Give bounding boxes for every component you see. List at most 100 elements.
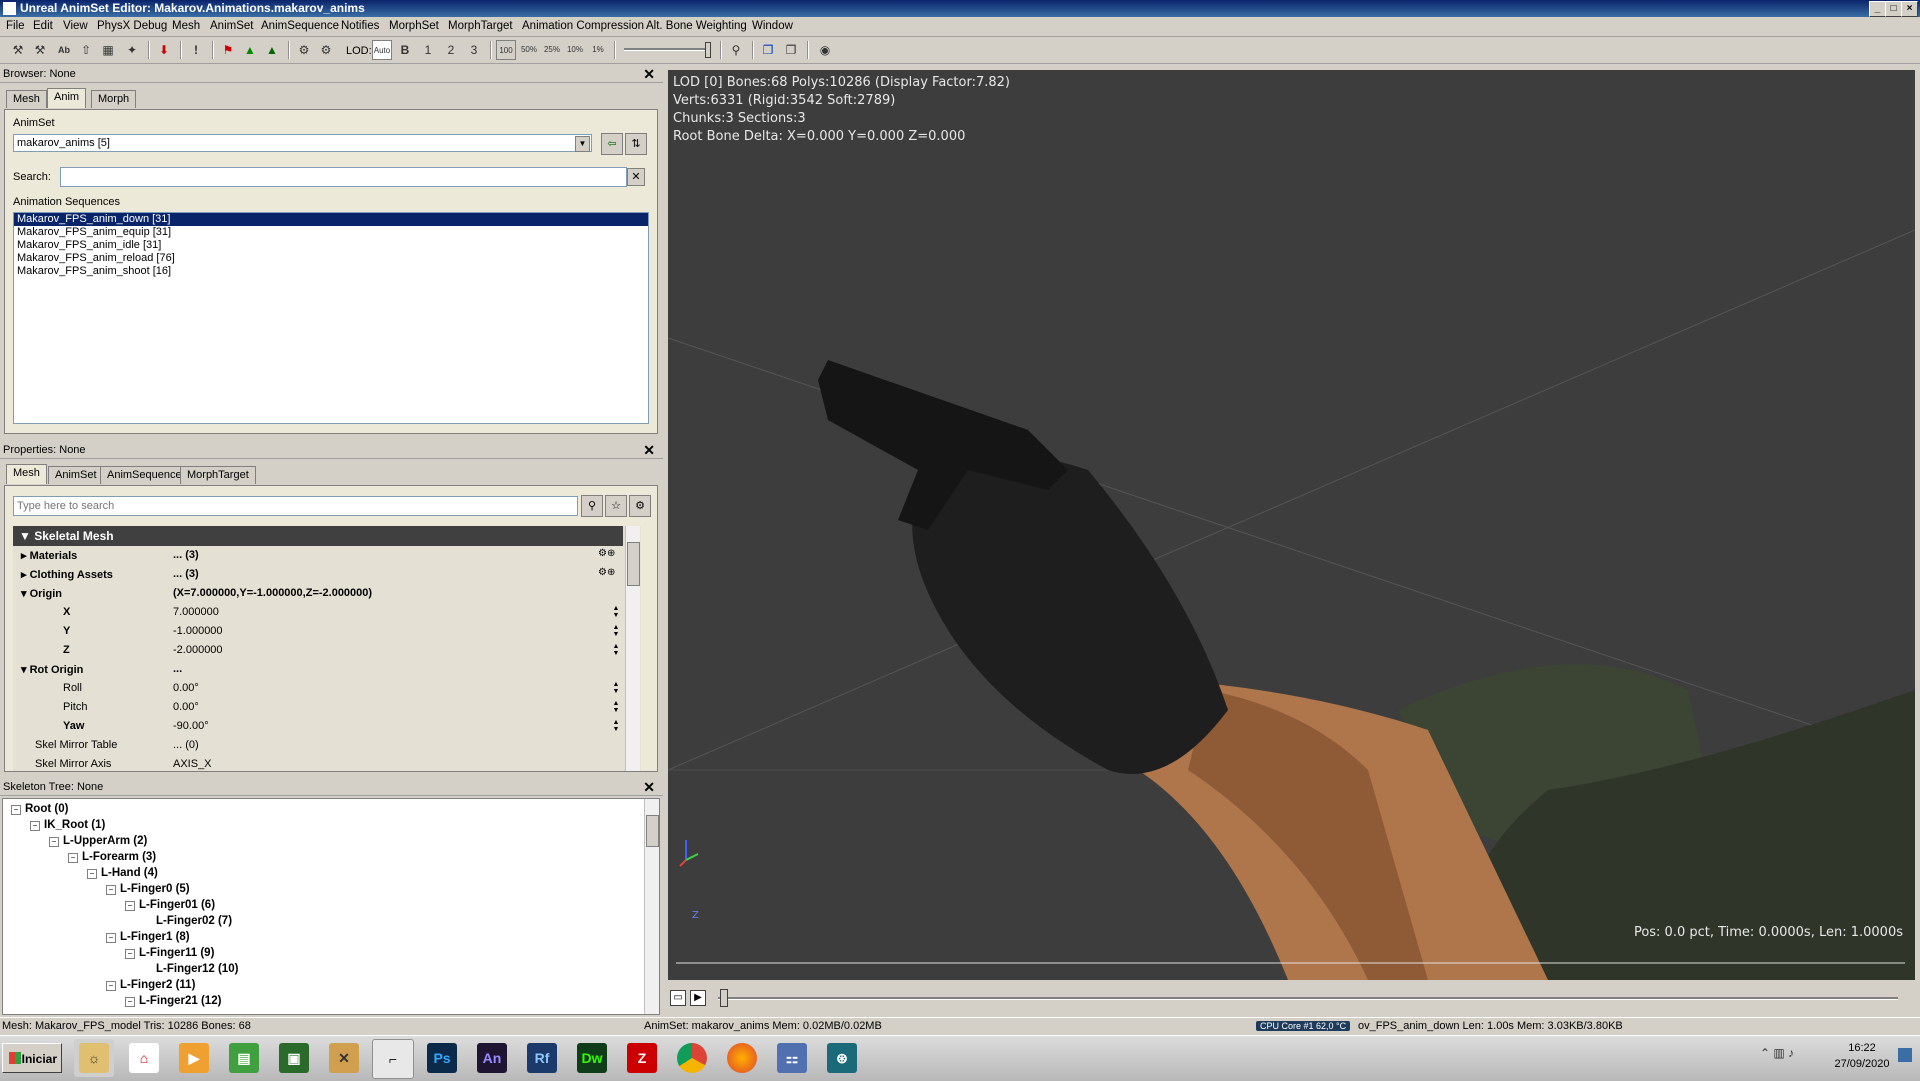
list-item[interactable]: Makarov_FPS_anim_shoot [16] [14, 265, 648, 278]
bone-names-icon[interactable]: ⚒ [30, 40, 50, 60]
property-x[interactable]: X 7.000000 ▲ ▼ [13, 603, 633, 622]
tree-expander-icon[interactable]: − [30, 821, 40, 831]
copy-icon[interactable]: ❐ [758, 40, 778, 60]
3d-viewport[interactable]: LOD [0] Bones:68 Polys:10286 (Display Fa… [668, 70, 1915, 980]
tree-node[interactable]: − L-Finger1 (8) [106, 931, 190, 947]
tree-node[interactable]: − L-Finger2 (11) [106, 979, 195, 995]
property-rot-origin[interactable]: ▾ Rot Origin ... [13, 660, 633, 679]
tray-icons[interactable]: ⌃ ▥ ♪ [1760, 1046, 1794, 1060]
tab-mesh[interactable]: Mesh [6, 90, 47, 108]
triangle-alt-icon[interactable]: ▲ [262, 40, 282, 60]
menu-animset[interactable]: AnimSet [210, 20, 253, 32]
animset-dropdown[interactable]: makarov_anims [5] ▼ [13, 134, 592, 152]
close-icon[interactable]: ✕ [643, 442, 655, 458]
property-search-input[interactable] [13, 496, 578, 516]
tree-node[interactable]: − Root (0) [11, 803, 68, 819]
task-chrome[interactable] [672, 1039, 712, 1077]
task-dreamweaver[interactable]: Dw [572, 1039, 612, 1077]
tree-expander-icon[interactable]: − [125, 949, 135, 959]
close-icon[interactable]: ✕ [643, 66, 655, 82]
speed-50-button[interactable]: 50% [519, 40, 539, 60]
speed-slider[interactable] [624, 48, 710, 51]
star-icon[interactable]: ☆ [605, 495, 627, 517]
property-materials[interactable]: ▸ Materials ... (3) ⚙⊕ [13, 546, 633, 565]
timeline-slider[interactable] [718, 997, 1898, 1000]
speed-25-button[interactable]: 25% [542, 40, 562, 60]
cloth-icon[interactable]: ⚙ [316, 40, 336, 60]
menu-window[interactable]: Window [752, 20, 793, 32]
timeline-slider-thumb[interactable] [720, 989, 728, 1007]
list-item[interactable]: Makarov_FPS_anim_down [31] [14, 213, 648, 226]
loop-icon[interactable]: ▭ [670, 990, 686, 1006]
property-roll[interactable]: Roll 0.00° ▲ ▼ [13, 679, 633, 698]
tab-morph[interactable]: Morph [91, 90, 137, 108]
task-cyan-app[interactable]: ⊛ [822, 1039, 862, 1077]
paste-icon[interactable]: ❐ [781, 40, 801, 60]
triangle-icon[interactable]: ▲ [240, 40, 260, 60]
tree-node[interactable]: − L-Finger01 (6) [125, 899, 215, 915]
tree-expander-icon[interactable]: − [49, 837, 59, 847]
tree-node[interactable]: − L-Forearm (3) [68, 851, 156, 867]
property-origin[interactable]: ▾ Origin (X=7.000000,Y=-1.000000,Z=-2.00… [13, 584, 633, 603]
tree-node[interactable]: − L-Finger0 (5) [106, 883, 190, 899]
search-icon[interactable]: ⚲ [581, 495, 603, 517]
show-desktop-icon[interactable] [1898, 1048, 1912, 1062]
tab-animset[interactable]: AnimSet [48, 466, 104, 484]
minimize-button[interactable]: _ [1869, 1, 1886, 17]
tree-expander-icon[interactable]: − [68, 853, 78, 863]
array-edit-icon[interactable]: ⚙⊕ [598, 548, 615, 559]
tree-expander-icon[interactable]: − [11, 805, 21, 815]
task-chart-app[interactable]: ▤ [224, 1039, 264, 1077]
spinner-icon[interactable]: ▲ ▼ [611, 643, 621, 658]
task-network-app[interactable]: ⚏ [772, 1039, 812, 1077]
menu-physx-debug[interactable]: PhysX Debug [97, 20, 167, 32]
warning-icon[interactable]: ! [186, 40, 206, 60]
list-item[interactable]: Makarov_FPS_anim_idle [31] [14, 239, 648, 252]
list-item[interactable]: Makarov_FPS_anim_equip [31] [14, 226, 648, 239]
task-pdf-app[interactable]: ⌂ [124, 1039, 164, 1077]
task-green-app[interactable]: ▣ [274, 1039, 314, 1077]
y-value[interactable]: -1.000000 [173, 625, 223, 637]
close-icon[interactable]: ✕ [643, 779, 655, 795]
array-edit-icon[interactable]: ⚙⊕ [598, 567, 615, 578]
tree-expander-icon[interactable] [144, 964, 152, 972]
speed-10-button[interactable]: 10% [565, 40, 585, 60]
tree-expander-icon[interactable]: − [106, 885, 116, 895]
mirror-axis-value[interactable]: AXIS_X [173, 758, 212, 770]
search-input[interactable] [60, 167, 627, 187]
tree-expander-icon[interactable]: − [125, 997, 135, 1007]
property-skel-mirror-table[interactable]: Skel Mirror Table ... (0) [13, 736, 633, 755]
task-unreal-app[interactable]: ⌐ [372, 1039, 414, 1079]
speed-100-button[interactable]: 100 [496, 40, 516, 60]
lod-auto-button[interactable]: Auto [372, 40, 392, 60]
tree-node[interactable]: − IK_Root (1) [30, 819, 105, 835]
tab-morphtarget[interactable]: MorphTarget [180, 466, 256, 484]
close-window-button[interactable]: × [1901, 1, 1918, 17]
tree-node[interactable]: − L-Finger11 (9) [125, 947, 214, 963]
ref-pose-icon[interactable]: ▦ [98, 40, 118, 60]
task-tools-app[interactable]: ✕ [324, 1039, 364, 1077]
clock-time[interactable]: 16:22 [1832, 1042, 1892, 1054]
property-z[interactable]: Z -2.000000 ▲ ▼ [13, 641, 633, 660]
tree-expander-icon[interactable]: − [106, 981, 116, 991]
speed-slider-thumb[interactable] [705, 42, 711, 58]
spinner-icon[interactable]: ▲ ▼ [611, 719, 621, 734]
yaw-value[interactable]: -90.00° [173, 720, 209, 732]
ab-icon[interactable]: Ab [54, 40, 74, 60]
tree-expander-icon[interactable]: − [106, 933, 116, 943]
task-rf[interactable]: Rf [522, 1039, 562, 1077]
tree-node[interactable]: − L-Finger21 (12) [125, 995, 221, 1011]
socket-icon[interactable]: ⇧ [76, 40, 96, 60]
start-button[interactable]: Iniciar [2, 1043, 62, 1073]
x-value[interactable]: 7.000000 [173, 606, 219, 618]
menu-morphset[interactable]: MorphSet [389, 20, 439, 32]
tree-expander-icon[interactable]: − [125, 901, 135, 911]
lod-1-button[interactable]: 1 [418, 40, 438, 60]
tree-expander-icon[interactable] [144, 916, 152, 924]
play-icon[interactable]: ▶ [690, 990, 706, 1006]
filter-icon[interactable]: ⚙ [629, 495, 651, 517]
menu-alt-bone-weighting[interactable]: Alt. Bone Weighting [646, 20, 747, 32]
properties-scrollbar[interactable] [625, 526, 640, 771]
speed-1-button[interactable]: 1% [588, 40, 608, 60]
tab-mesh[interactable]: Mesh [6, 464, 47, 484]
